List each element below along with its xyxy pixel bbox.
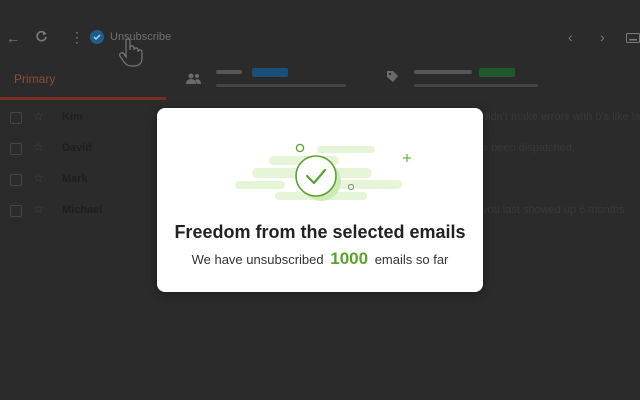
tab-social-title-placeholder [216, 70, 242, 74]
subtitle-after: emails so far [374, 252, 449, 267]
email-toolbar: ← ⋮ Unsubscribe ‹ › [0, 0, 640, 67]
tab-social-preview-placeholder [216, 84, 346, 87]
row-checkbox[interactable] [10, 205, 22, 217]
tab-primary-underline [0, 97, 166, 100]
email-snippet: e been dispatched. [482, 142, 575, 154]
tab-promotions-title-placeholder [414, 70, 472, 74]
tab-promotions-badge [479, 68, 515, 77]
chevron-right-icon[interactable]: › [600, 30, 605, 44]
people-icon [186, 71, 201, 89]
star-icon[interactable]: ☆ [33, 109, 44, 123]
email-snippet: you last showed up 6 months [482, 204, 625, 216]
more-vert-icon[interactable]: ⋮ [70, 30, 84, 44]
decor-ring-large [295, 143, 305, 153]
star-icon[interactable]: ☆ [33, 171, 44, 185]
tab-primary-label: Primary [14, 72, 56, 86]
star-icon[interactable]: ☆ [33, 202, 44, 216]
unsubscribed-count: 1000 [330, 249, 369, 268]
row-checkbox[interactable] [10, 112, 22, 124]
refresh-icon[interactable] [35, 30, 48, 45]
tag-icon [386, 70, 399, 88]
back-arrow-icon[interactable]: ← [6, 31, 20, 45]
chevron-left-icon[interactable]: ‹ [568, 30, 573, 44]
tab-primary[interactable]: Primary [0, 62, 166, 100]
tab-social-badge [252, 68, 288, 77]
email-sender: David [62, 142, 92, 154]
unsubscribe-logo-icon [90, 30, 104, 44]
success-illustration [157, 108, 483, 218]
subtitle-before: We have unsubscribed [191, 252, 324, 267]
modal-title: Freedom from the selected emails [174, 222, 466, 242]
row-checkbox[interactable] [10, 143, 22, 155]
email-snippet: didn't make errors with 0's like la [482, 111, 640, 123]
check-circle-icon [295, 155, 337, 197]
row-checkbox[interactable] [10, 174, 22, 186]
success-modal: Freedom from the selected emails We have… [157, 108, 483, 292]
tab-promotions[interactable] [386, 62, 566, 100]
email-sender: Kim [62, 111, 83, 123]
decor-sparkle [403, 154, 411, 162]
tab-social[interactable] [186, 62, 366, 100]
category-tabs: Primary [0, 62, 640, 100]
star-icon[interactable]: ☆ [33, 140, 44, 154]
tab-promotions-preview-placeholder [414, 84, 538, 87]
email-sender: Michael [62, 204, 103, 216]
keyboard-icon[interactable] [626, 31, 640, 45]
email-sender: Mark [62, 173, 88, 185]
modal-subtitle: We have unsubscribed 1000 emails so far [157, 249, 483, 269]
